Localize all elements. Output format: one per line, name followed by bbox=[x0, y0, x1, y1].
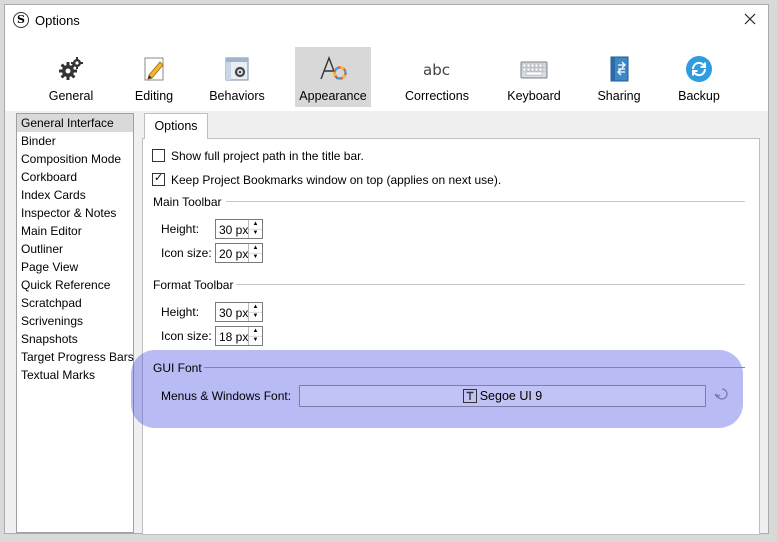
options-toolbar: General Editing Behaviors Appearance abc… bbox=[5, 35, 768, 111]
category-item[interactable]: Page View bbox=[17, 258, 133, 276]
show-full-path-option[interactable]: Show full project path in the title bar. bbox=[152, 149, 364, 165]
keyboard-icon bbox=[520, 61, 548, 79]
format-toolbar-icon-size-value: 18 px bbox=[219, 330, 249, 344]
category-item[interactable]: Textual Marks bbox=[17, 366, 133, 384]
category-item[interactable]: Binder bbox=[17, 132, 133, 150]
category-item[interactable]: Composition Mode bbox=[17, 150, 133, 168]
main-toolbar-group-title: Main Toolbar bbox=[153, 195, 222, 209]
spin-down-icon[interactable]: ▼ bbox=[249, 229, 262, 238]
format-toolbar-group-title: Format Toolbar bbox=[153, 278, 234, 292]
main-toolbar-icon-size-stepper[interactable]: 20 px ▲ ▼ bbox=[215, 243, 263, 263]
category-item[interactable]: Quick Reference bbox=[17, 276, 133, 294]
tab-options[interactable]: Options bbox=[144, 113, 208, 139]
gui-font-divider bbox=[204, 367, 745, 368]
scrivener-app-icon: S bbox=[13, 12, 29, 28]
category-item[interactable]: Inspector & Notes bbox=[17, 204, 133, 222]
gears-icon bbox=[59, 57, 83, 80]
menus-windows-font-label: Menus & Windows Font: bbox=[161, 389, 292, 403]
gui-font-group-title: GUI Font bbox=[153, 361, 202, 375]
reset-icon[interactable] bbox=[714, 388, 730, 402]
options-window: S Options General Editing Behaviors Appe… bbox=[4, 4, 769, 535]
menus-windows-font-button[interactable]: Segoe UI 9 bbox=[299, 385, 706, 407]
format-toolbar-divider bbox=[236, 284, 745, 285]
window-title: Options bbox=[35, 13, 80, 28]
toolbar-keyboard-button[interactable]: Keyboard bbox=[499, 47, 569, 105]
toolbar-general-button[interactable]: General bbox=[35, 47, 107, 105]
main-toolbar-icon-size-value: 20 px bbox=[219, 247, 249, 261]
close-button[interactable] bbox=[740, 9, 760, 29]
toolbar-sharing-button[interactable]: Sharing bbox=[589, 47, 649, 105]
category-list[interactable]: General Interface Binder Composition Mod… bbox=[16, 113, 134, 533]
format-toolbar-height-stepper[interactable]: 30 px ▲ ▼ bbox=[215, 302, 263, 322]
category-item[interactable]: Snapshots bbox=[17, 330, 133, 348]
category-item[interactable]: General Interface bbox=[17, 114, 133, 132]
toolbar-editing-label: Editing bbox=[134, 89, 174, 103]
format-toolbar-icon-size-stepper[interactable]: 18 px ▲ ▼ bbox=[215, 326, 263, 346]
main-toolbar-divider bbox=[226, 201, 745, 202]
title-bar: S Options bbox=[5, 5, 768, 35]
main-toolbar-icon-size-label: Icon size: bbox=[161, 246, 212, 260]
spin-down-icon[interactable]: ▼ bbox=[249, 253, 262, 262]
toolbar-editing-button[interactable]: Editing bbox=[121, 47, 187, 105]
show-full-path-checkbox[interactable] bbox=[152, 149, 165, 163]
toolbar-corrections-label: Corrections bbox=[405, 89, 469, 103]
abc-icon: abc bbox=[423, 61, 450, 79]
toolbar-sharing-label: Sharing bbox=[597, 89, 641, 103]
window-gear-icon bbox=[225, 57, 249, 81]
menus-windows-font-value: Segoe UI 9 bbox=[479, 389, 543, 403]
bookmarks-on-top-label: Keep Project Bookmarks window on top (ap… bbox=[171, 173, 502, 187]
format-toolbar-height-value: 30 px bbox=[219, 306, 249, 320]
bookmarks-on-top-option[interactable]: ✓ Keep Project Bookmarks window on top (a… bbox=[152, 172, 502, 189]
font-color-icon bbox=[320, 56, 347, 80]
svg-text:abc: abc bbox=[423, 61, 450, 79]
main-toolbar-height-value: 30 px bbox=[219, 223, 249, 237]
close-icon bbox=[744, 13, 756, 25]
format-toolbar-height-label: Height: bbox=[161, 305, 200, 319]
font-icon bbox=[462, 388, 477, 403]
category-item[interactable]: Index Cards bbox=[17, 186, 133, 204]
toolbar-corrections-button[interactable]: abc Corrections bbox=[399, 47, 475, 105]
toolbar-backup-label: Backup bbox=[678, 89, 720, 103]
spin-down-icon[interactable]: ▼ bbox=[249, 312, 262, 321]
toolbar-keyboard-label: Keyboard bbox=[507, 89, 561, 103]
sync-icon bbox=[686, 56, 712, 82]
category-item[interactable]: Scrivenings bbox=[17, 312, 133, 330]
toolbar-general-label: General bbox=[48, 89, 94, 103]
toolbar-behaviors-button[interactable]: Behaviors bbox=[201, 47, 273, 105]
spin-down-icon[interactable]: ▼ bbox=[249, 336, 262, 345]
bookmarks-on-top-checkbox[interactable]: ✓ bbox=[152, 172, 165, 187]
show-full-path-label: Show full project path in the title bar. bbox=[171, 149, 364, 163]
format-toolbar-icon-size-label: Icon size: bbox=[161, 329, 212, 343]
main-toolbar-height-label: Height: bbox=[161, 222, 200, 236]
category-item[interactable]: Corkboard bbox=[17, 168, 133, 186]
toolbar-backup-button[interactable]: Backup bbox=[669, 47, 729, 105]
toolbar-appearance-button[interactable]: Appearance bbox=[295, 47, 371, 107]
toolbar-behaviors-label: Behaviors bbox=[209, 89, 265, 103]
toolbar-appearance-label: Appearance bbox=[299, 89, 367, 103]
pencil-paper-icon bbox=[144, 57, 164, 81]
category-item[interactable]: Main Editor bbox=[17, 222, 133, 240]
category-item[interactable]: Scratchpad bbox=[17, 294, 133, 312]
checkmark-icon: ✓ bbox=[154, 172, 164, 185]
main-toolbar-height-stepper[interactable]: 30 px ▲ ▼ bbox=[215, 219, 263, 239]
category-item[interactable]: Target Progress Bars bbox=[17, 348, 134, 366]
binder-icon bbox=[610, 56, 629, 82]
category-item[interactable]: Outliner bbox=[17, 240, 133, 258]
